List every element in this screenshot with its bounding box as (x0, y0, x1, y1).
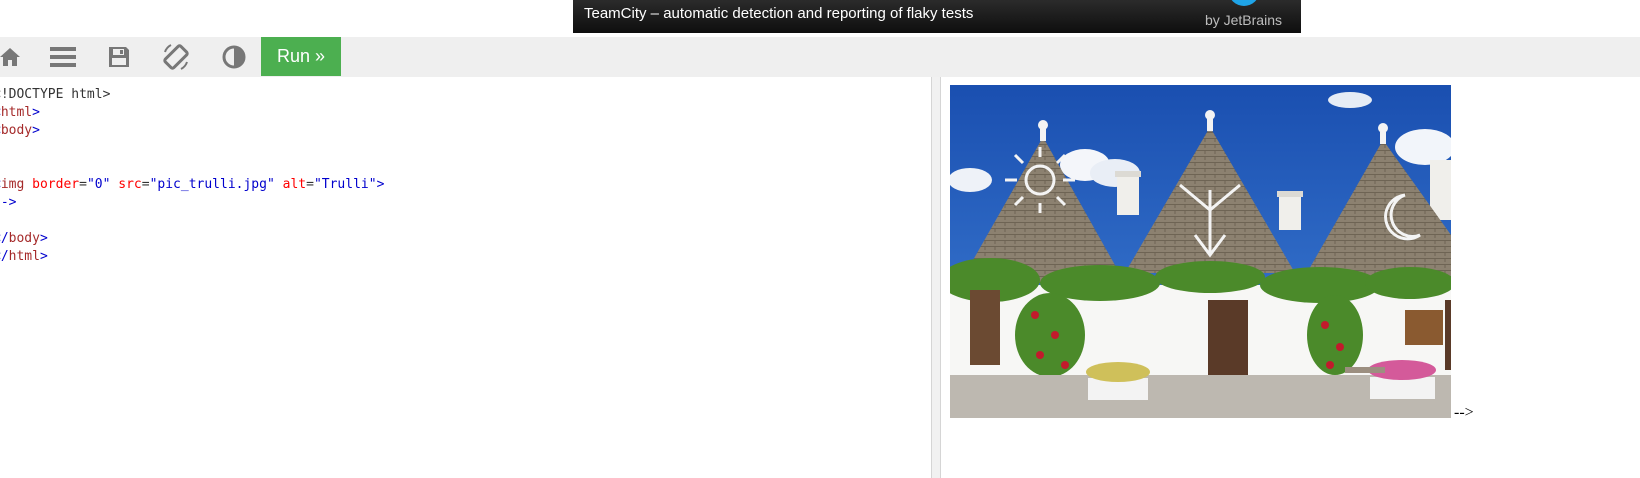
code-text[interactable]: <!DOCTYPE html> <html><body> <img border="… (0, 86, 384, 266)
contrast-icon[interactable] (214, 37, 254, 77)
code-line[interactable]: --> (0, 194, 384, 212)
trailing-text: --> (1454, 404, 1474, 421)
code-token: </ (0, 249, 9, 264)
save-icon[interactable] (99, 37, 139, 77)
code-line[interactable] (0, 212, 384, 230)
code-token: border (32, 177, 80, 192)
ad-logo-icon (1229, 0, 1259, 6)
code-token: src (118, 177, 142, 192)
menu-icon[interactable] (43, 37, 83, 77)
code-token: body (0, 123, 33, 138)
rotate-icon[interactable] (156, 37, 196, 77)
code-token: > (39, 249, 48, 264)
code-token: "pic_trulli.jpg" (149, 177, 275, 192)
code-token: alt (282, 177, 307, 192)
code-line[interactable]: <!DOCTYPE html> (0, 86, 384, 104)
result-pane: --> (941, 77, 1640, 478)
code-token: = (306, 177, 314, 192)
code-token: "Trulli" (313, 177, 377, 192)
code-token: > (32, 105, 40, 120)
ad-text: TeamCity – automatic detection and repor… (584, 5, 974, 22)
pane-divider[interactable] (931, 77, 941, 478)
home-icon[interactable] (0, 37, 30, 77)
code-line[interactable] (0, 158, 384, 176)
code-token: img (0, 177, 25, 192)
ad-brand: by JetBrains (1204, 12, 1282, 28)
code-token: <!DOCTYPE html> (0, 87, 111, 102)
code-line[interactable]: <img border="0" src="pic_trulli.jpg" alt… (0, 176, 384, 194)
trulli-image (950, 85, 1451, 418)
code-token: html (8, 249, 40, 264)
code-editor[interactable]: <!DOCTYPE html> <html><body> <img border="… (0, 77, 931, 478)
code-token: "0" (86, 177, 111, 192)
code-token: body (8, 231, 40, 246)
code-token: = (141, 177, 150, 192)
code-token: --> (0, 195, 17, 210)
code-line[interactable]: </html> (0, 248, 384, 266)
code-line[interactable]: <html> (0, 104, 384, 122)
code-token: > (376, 177, 385, 192)
run-button[interactable]: Run » (261, 37, 341, 76)
toolbar: Run » (0, 37, 1640, 77)
code-line[interactable] (0, 140, 384, 158)
code-token: > (32, 123, 40, 138)
code-token: = (79, 177, 87, 192)
code-token: </ (0, 231, 9, 246)
code-line[interactable]: <body> (0, 122, 384, 140)
code-token: > (39, 231, 48, 246)
code-line[interactable]: </body> (0, 230, 384, 248)
code-token: html (0, 105, 33, 120)
ad-banner[interactable]: TeamCity – automatic detection and repor… (573, 0, 1301, 33)
